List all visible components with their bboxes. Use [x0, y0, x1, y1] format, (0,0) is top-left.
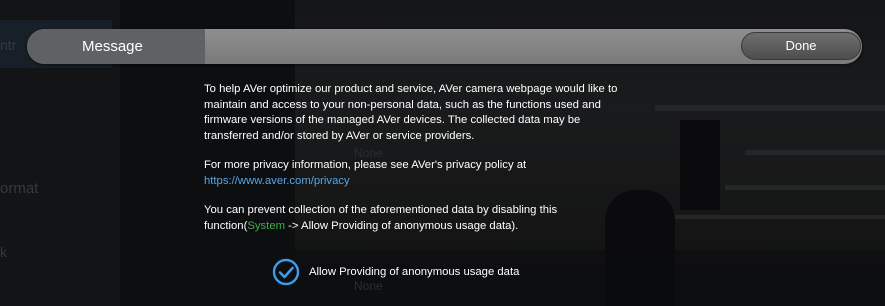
disable-instructions-path: -> Allow Providing of anonymous usage da…: [285, 219, 519, 232]
system-menu-reference: System: [247, 219, 286, 232]
disable-instructions-paragraph: You can prevent collection of the aforem…: [204, 203, 624, 234]
screen: ntr ormat k None None Message Done To he…: [0, 0, 885, 306]
privacy-policy-paragraph: For more privacy information, please see…: [204, 158, 624, 189]
anonymous-usage-checkbox-label: Allow Providing of anonymous usage data: [309, 266, 520, 278]
anonymous-usage-checkbox[interactable]: Allow Providing of anonymous usage data: [272, 257, 519, 287]
checkmark-circle-icon[interactable]: [272, 258, 300, 286]
message-body: To help AVer optimize our product and se…: [204, 82, 624, 248]
privacy-policy-link[interactable]: https://www.aver.com/privacy: [204, 175, 350, 187]
privacy-policy-text: For more privacy information, please see…: [204, 159, 527, 171]
message-title: Message: [82, 38, 143, 55]
done-button[interactable]: Done: [741, 32, 861, 60]
privacy-paragraph: To help AVer optimize our product and se…: [204, 83, 618, 142]
